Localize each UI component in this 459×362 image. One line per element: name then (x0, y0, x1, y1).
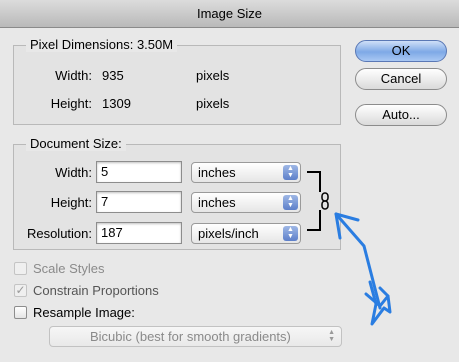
resolution-input[interactable]: 187 (96, 222, 182, 244)
resample-image-label: Resample Image: (33, 305, 135, 320)
pixel-width-unit: pixels (196, 68, 230, 83)
window-title-bar: Image Size (0, 0, 459, 28)
constrain-proportions-checkbox[interactable]: ✓ (14, 284, 27, 297)
constrain-proportions-label: Constrain Proportions (33, 283, 159, 298)
pixel-height-label: Height: (50, 96, 92, 111)
pixel-width-label: Width: (55, 68, 92, 83)
doc-width-unit-value: inches (198, 165, 236, 180)
document-size-title: Document Size: (30, 136, 122, 151)
resolution-unit-value: pixels/inch (198, 226, 259, 241)
cancel-button[interactable]: Cancel (355, 68, 447, 90)
updown-arrows-icon: ▲ ▼ (283, 165, 298, 180)
doc-width-input[interactable]: 5 (96, 161, 182, 183)
pixel-dimensions-title: Pixel Dimensions: (30, 37, 134, 52)
document-size-legend: Document Size: (26, 136, 126, 151)
resample-method-select[interactable]: Bicubic (best for smooth gradients) ▲ ▼ (49, 326, 342, 347)
pixel-height-value: 1309 (102, 96, 131, 111)
doc-width-unit-select[interactable]: inches ▲ ▼ (191, 162, 301, 183)
doc-height-input[interactable]: 7 (96, 191, 182, 213)
doc-height-unit-value: inches (198, 195, 236, 210)
updown-arrows-icon: ▲ ▼ (283, 226, 298, 241)
auto-button[interactable]: Auto... (355, 104, 447, 126)
window-title: Image Size (196, 6, 263, 21)
doc-width-label: Width: (55, 165, 92, 180)
pixel-dimensions-legend: Pixel Dimensions: 3.50M (26, 37, 178, 52)
doc-height-unit-select[interactable]: inches ▲ ▼ (191, 192, 301, 213)
pixel-height-unit: pixels (196, 96, 230, 111)
hand-drawn-arrow-icon (334, 212, 392, 326)
pixel-dimensions-size: 3.50M (136, 37, 174, 52)
resample-method-value: Bicubic (best for smooth gradients) (90, 329, 291, 344)
resolution-unit-select[interactable]: pixels/inch ▲ ▼ (191, 223, 301, 244)
scale-styles-label: Scale Styles (33, 261, 105, 276)
pixel-width-value: 935 (102, 68, 124, 83)
resample-image-checkbox[interactable] (14, 306, 27, 319)
scale-styles-checkbox[interactable] (14, 262, 27, 275)
pixel-dimensions-group (13, 45, 341, 125)
ok-button[interactable]: OK (355, 40, 447, 62)
resolution-label: Resolution: (26, 226, 92, 241)
checkmark-icon: ✓ (15, 283, 26, 297)
doc-height-label: Height: (50, 195, 92, 210)
updown-arrows-icon: ▲ ▼ (283, 195, 298, 210)
